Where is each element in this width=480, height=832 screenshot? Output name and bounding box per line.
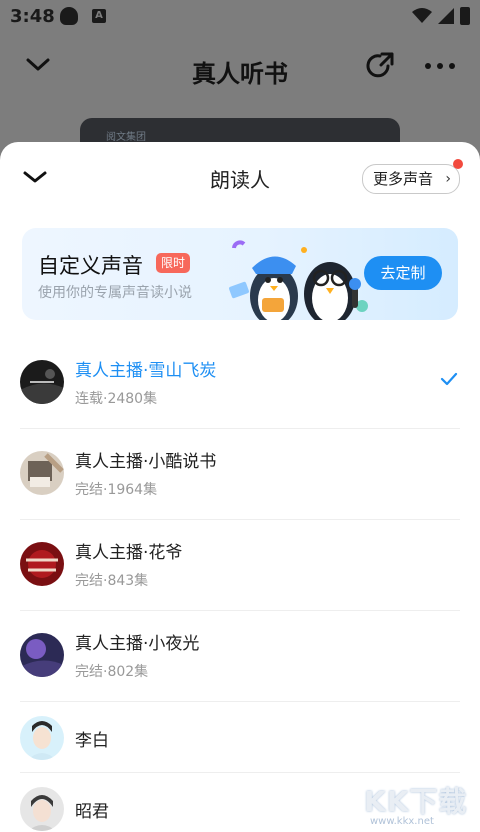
avatar [20, 716, 64, 760]
page-title: 真人听书 [192, 60, 288, 88]
avatar [20, 542, 64, 586]
voice-name: 真人主播·小夜光 [75, 634, 200, 654]
list-item[interactable]: 真人主播·小酷说书 完结·1964集 [20, 429, 460, 520]
signal-icon [438, 8, 454, 24]
share-icon[interactable] [364, 50, 396, 82]
list-item[interactable]: 真人主播·小夜光 完结·802集 [20, 611, 460, 702]
banner-subtitle: 使用你的专属声音读小说 [38, 285, 192, 301]
list-item[interactable]: 真人主播·雪山飞炭 连载·2480集 [20, 338, 460, 429]
chevron-right-icon: › [445, 171, 452, 187]
cover-publisher-label: 阅文集团 [106, 132, 146, 143]
check-icon [440, 372, 458, 386]
player-header: 真人听书 [0, 40, 480, 96]
voice-name: 真人主播·雪山飞炭 [75, 361, 217, 381]
voice-meta: 完结·802集 [75, 664, 149, 680]
qq-penguin-icon [60, 7, 78, 25]
customize-button[interactable]: 去定制 [364, 256, 442, 290]
voice-list: 真人主播·雪山飞炭 连载·2480集 真人主播·小酷说书 完结·1964集 真人… [0, 338, 480, 832]
penguin-illustration [229, 240, 368, 320]
sheet-header: 朗读人 更多声音 › [0, 142, 480, 214]
voice-meta: 完结·1964集 [75, 482, 158, 498]
custom-voice-banner[interactable]: 自定义声音 限时 使用你的专属声音读小说 去定制 [22, 228, 458, 320]
limited-time-badge: 限时 [156, 253, 191, 273]
more-voices-label: 更多声音 [373, 170, 434, 188]
voice-meta: 连载·2480集 [75, 391, 158, 407]
site-watermark: KK下载 www.kkx.net [364, 780, 480, 832]
battery-icon [460, 7, 470, 25]
banner-title: 自定义声音 [38, 254, 143, 278]
status-time: 3:48 [10, 6, 55, 27]
voice-name: 真人主播·小酷说书 [75, 452, 217, 472]
voice-name: 真人主播·花爷 [75, 543, 183, 563]
voice-name: 李白 [75, 731, 109, 751]
more-icon[interactable] [424, 62, 456, 70]
voice-name: 昭君 [75, 802, 109, 822]
watermark-url: www.kkx.net [370, 816, 434, 827]
avatar [20, 451, 64, 495]
narrator-sheet: 朗读人 更多声音 › 自定义声音 限时 使用你的专属声音读小说 去定制 真人主播… [0, 142, 480, 832]
avatar [20, 633, 64, 677]
avatar [20, 360, 64, 404]
more-voices-button[interactable]: 更多声音 › [362, 159, 464, 194]
notification-dot [453, 159, 464, 169]
avatar [20, 787, 64, 831]
list-item[interactable]: 真人主播·花爷 完结·843集 [20, 520, 460, 611]
voice-meta: 完结·843集 [75, 573, 149, 589]
notification-a-icon: A [92, 9, 106, 23]
wifi-icon [412, 8, 432, 23]
watermark-text: KK下载 [364, 785, 468, 818]
list-item[interactable]: 李白 [20, 702, 460, 773]
status-bar: 3:48 A [0, 0, 480, 32]
